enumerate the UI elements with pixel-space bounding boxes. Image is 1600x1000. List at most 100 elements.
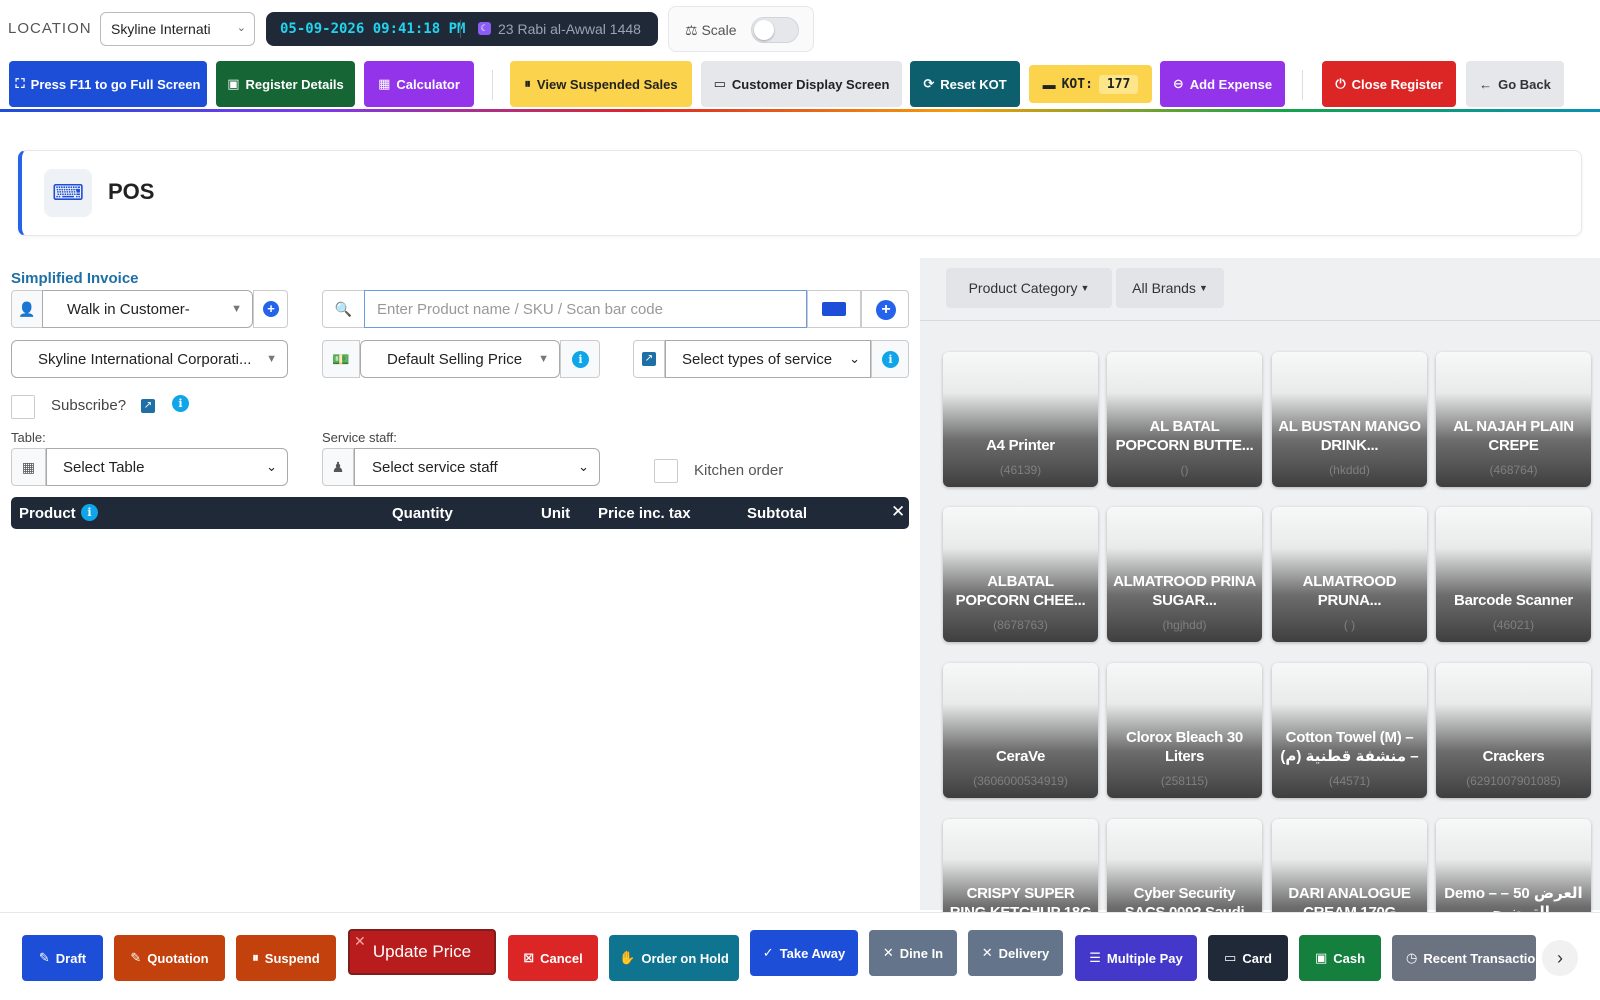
customer-select[interactable]: Walk in Customer- ▼ (42, 290, 253, 328)
current-datetime: 05-09-2026 09:41:18 PM (280, 21, 466, 37)
barcode-scan-button[interactable] (807, 290, 861, 328)
order-on-hold-button[interactable]: ✋ Order on Hold (609, 935, 739, 981)
product-tile[interactable]: Crackers (6291007901085) (1436, 663, 1591, 798)
add-expense-label: Add Expense (1189, 76, 1273, 92)
close-register-label: Close Register (1351, 76, 1443, 92)
add-product-button[interactable]: + (861, 290, 909, 328)
top-toolbar: LOCATION Skyline Internati ⌄ 05-09-2026 … (0, 0, 1600, 112)
product-name: Crackers (1482, 748, 1545, 765)
draft-button[interactable]: ✎ Draft (22, 935, 103, 981)
business-location-value: Skyline International Corporati... (38, 350, 252, 368)
fullscreen-button[interactable]: ⛶ Press F11 to go Full Screen (9, 61, 207, 107)
toolbar-accent-line (0, 109, 1600, 112)
subscribe-checkbox[interactable] (11, 395, 35, 419)
product-sku: (hkddd) (1329, 463, 1370, 477)
dine-in-button[interactable]: ✕ Dine In (869, 930, 957, 976)
suspend-button[interactable]: ⏸ Suspend (236, 935, 336, 981)
close-register-button[interactable]: ⏻ Close Register (1322, 61, 1456, 107)
product-tile[interactable]: Cotton Towel (M) – منشفة قطنية (م) – (445… (1272, 663, 1427, 798)
cancel-label: Cancel (540, 950, 583, 966)
product-tile[interactable]: ALBATAL POPCORN CHEE... (8678763) (943, 507, 1098, 642)
go-back-button[interactable]: ← Go Back (1466, 61, 1564, 107)
external-link-icon[interactable]: ↗ (141, 399, 155, 413)
close-icon: ✕ (354, 933, 366, 949)
recent-transactions-label: Recent Transactions (1423, 950, 1536, 966)
product-tile[interactable]: ALMATROOD PRUNA... ( ) (1272, 507, 1427, 642)
product-tile[interactable]: Barcode Scanner (46021) (1436, 507, 1591, 642)
info-icon[interactable]: i (81, 504, 98, 521)
cash-button[interactable]: ▣ Cash (1299, 935, 1381, 981)
chevron-down-icon: ⌄ (266, 459, 277, 474)
service-staff-select[interactable]: Select service staff ⌄ (354, 448, 600, 486)
service-types-select[interactable]: Select types of service ⌄ (665, 340, 871, 378)
chevron-down-icon: ⌄ (236, 22, 246, 34)
product-tile[interactable]: AL BUSTAN MANGO DRINK... (hkddd) (1272, 352, 1427, 487)
product-sku: (6291007901085) (1466, 774, 1561, 788)
product-tile[interactable]: A4 Printer (46139) (943, 352, 1098, 487)
product-tile[interactable]: ALMATROOD PRINA SUGAR... (hgjhdd) (1107, 507, 1262, 642)
table-select[interactable]: Select Table ⌄ (46, 448, 288, 486)
keyboard-icon (822, 302, 846, 316)
delivery-label: Delivery (998, 945, 1050, 961)
close-box-icon: ⊠ (523, 950, 535, 965)
product-search-input[interactable]: Enter Product name / SKU / Scan bar code (364, 290, 807, 328)
info-icon: i (572, 351, 589, 368)
calculator-button[interactable]: ▦ Calculator (364, 61, 474, 107)
scale-label-text: Scale (701, 22, 737, 38)
chevron-right-icon[interactable]: › (1542, 940, 1578, 976)
product-search-placeholder: Enter Product name / SKU / Scan bar code (377, 300, 663, 318)
product-sku: (44571) (1328, 774, 1371, 788)
plus-circle-icon: + (263, 301, 279, 317)
fullscreen-button-label: Press F11 to go Full Screen (30, 76, 201, 92)
price-group-select[interactable]: Default Selling Price ▼ (360, 340, 560, 378)
kitchen-order-checkbox[interactable] (654, 459, 678, 483)
add-customer-button[interactable]: + (253, 290, 288, 328)
cash-register-icon: ⌨ (44, 169, 92, 217)
view-suspended-sales-button[interactable]: ⏸ View Suspended Sales (510, 61, 692, 107)
brands-dropdown[interactable]: All Brands ▼ (1116, 268, 1224, 308)
suspend-label: Suspend (264, 950, 320, 966)
refresh-icon: ⟳ (923, 76, 935, 91)
multiple-pay-button[interactable]: ☰ Multiple Pay (1075, 935, 1197, 981)
card-button[interactable]: ▭ Card (1208, 935, 1288, 981)
subscribe-label: Subscribe? (51, 397, 127, 414)
service-types-value: Select types of service (682, 350, 833, 368)
location-label: LOCATION (8, 20, 92, 37)
product-name: A4 Printer (986, 437, 1055, 454)
product-category-dropdown[interactable]: Product Category ▼ (946, 268, 1112, 308)
add-expense-button[interactable]: ⊖ Add Expense (1160, 61, 1285, 107)
quotation-button[interactable]: ✎ Quotation (114, 935, 225, 981)
customer-display-button[interactable]: ▭ Customer Display Screen (701, 61, 902, 107)
scale-icon: ⚖ (685, 22, 698, 38)
service-types-info[interactable]: i (871, 340, 909, 378)
calculator-label: Calculator (396, 76, 460, 92)
register-details-button[interactable]: ▣ Register Details (216, 61, 355, 107)
divider (492, 70, 493, 100)
reset-kot-button[interactable]: ⟳ Reset KOT (910, 61, 1020, 107)
scale-toggle[interactable] (751, 17, 799, 43)
column-header-quantity: Quantity (392, 505, 453, 522)
product-tile[interactable]: AL NAJAH PLAIN CREPE (468764) (1436, 352, 1591, 487)
update-price-button[interactable]: ✕ Update Price (348, 929, 496, 975)
price-group-info[interactable]: i (560, 340, 600, 378)
divider (460, 20, 461, 38)
product-tile[interactable]: CeraVe (3606000534919) (943, 663, 1098, 798)
product-sku: (468764) (1489, 463, 1538, 477)
product-tile[interactable]: AL BATAL POPCORN BUTTE... () (1107, 352, 1262, 487)
info-icon[interactable]: i (172, 395, 189, 412)
product-name: AL BUSTAN MANGO DRINK... (1278, 418, 1421, 454)
product-name: CeraVe (995, 748, 1046, 765)
recent-transactions-button[interactable]: ◷ Recent Transactions (1392, 935, 1536, 981)
location-select[interactable]: Skyline Internati ⌄ (100, 12, 255, 46)
product-name: ALBATAL POPCORN CHEE... (955, 573, 1086, 609)
take-away-button[interactable]: ✓ Take Away (750, 930, 858, 976)
business-location-select[interactable]: Skyline International Corporati... ▼ (11, 340, 288, 378)
clear-cart-icon[interactable]: ✕ (891, 502, 905, 522)
cancel-button[interactable]: ⊠ Cancel (508, 935, 598, 981)
caret-down-icon: ▼ (538, 353, 549, 365)
product-sku: (46021) (1492, 618, 1535, 632)
product-tile[interactable]: Clorox Bleach 30 Liters (258115) (1107, 663, 1262, 798)
take-away-label: Take Away (779, 945, 846, 961)
location-select-value: Skyline Internati (111, 21, 211, 37)
delivery-button[interactable]: ✕ Delivery (968, 930, 1063, 976)
